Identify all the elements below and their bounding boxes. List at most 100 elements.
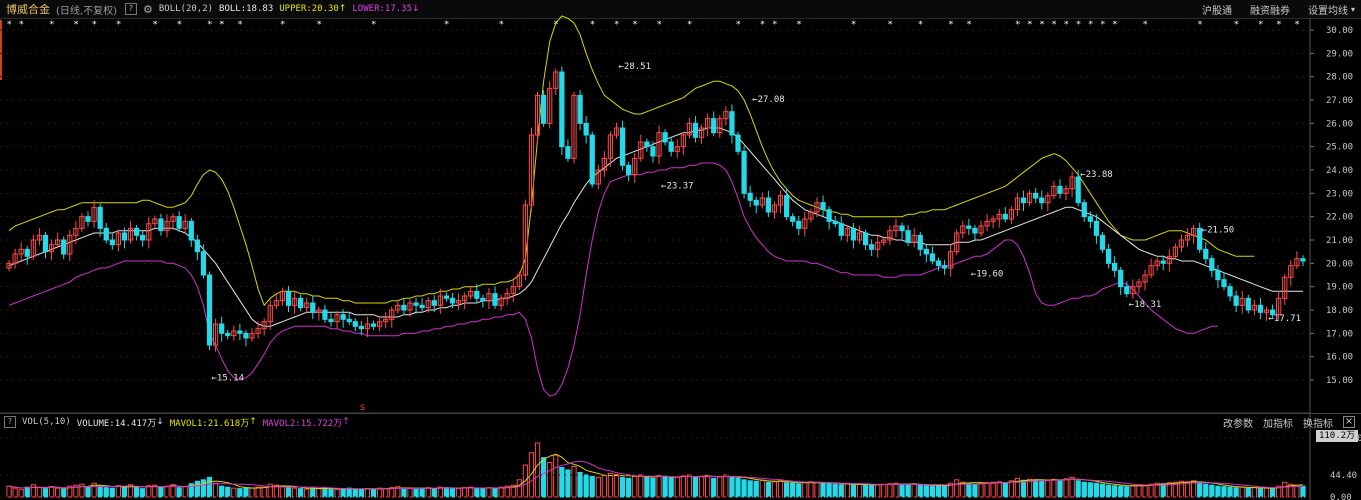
candle-body	[1209, 258, 1215, 271]
volume-bar	[492, 487, 498, 498]
candle-body	[474, 290, 480, 299]
candle-body	[650, 146, 656, 157]
volume-bar	[24, 486, 30, 498]
candle-body	[747, 192, 753, 201]
volume-bar	[1233, 487, 1239, 498]
signal-s-marker: s	[360, 402, 365, 413]
vol-indicator-name[interactable]: VOL(5,10)	[22, 417, 71, 427]
volume-bar	[158, 486, 164, 498]
volume-bar	[838, 484, 844, 498]
candle-body	[1221, 279, 1227, 288]
volume-bar	[540, 457, 547, 498]
volume-bar	[285, 487, 292, 498]
candle-body	[413, 302, 419, 306]
volume-header: ? VOL(5,10) VOLUME:14.417万 ↓ MAVOL1:21.6…	[0, 413, 1361, 430]
volume-bar	[455, 488, 462, 498]
event-star-icon: *	[238, 20, 243, 30]
switch-indicator-button[interactable]: 换指标	[1303, 415, 1333, 430]
volume-bar	[607, 472, 614, 498]
event-star-icon: *	[1088, 20, 1093, 30]
volume-help-icon[interactable]: ?	[4, 416, 16, 428]
volume-bar	[650, 477, 656, 498]
down-arrow-icon: ↓	[156, 417, 164, 427]
volume-bar	[765, 481, 772, 498]
price-tick-label: 28.00	[1326, 73, 1353, 83]
volume-bar	[978, 482, 984, 498]
volume-bar	[711, 477, 717, 498]
candle-body	[832, 220, 838, 225]
candle-body	[765, 197, 772, 213]
volume-bar	[820, 482, 826, 498]
price-annotation: ←23.37	[661, 182, 694, 192]
volume-bar	[480, 488, 486, 498]
candle-body	[1075, 176, 1081, 204]
candle-body	[838, 223, 844, 236]
volume-bar	[1124, 486, 1130, 498]
volume-bar	[1215, 485, 1221, 498]
event-star-icon: *	[772, 20, 777, 30]
volume-bar	[638, 474, 644, 498]
candle-body	[826, 209, 832, 222]
add-indicator-button[interactable]: 加指标	[1263, 415, 1293, 430]
candle-body	[401, 304, 407, 311]
close-icon[interactable]: ×	[1343, 416, 1355, 428]
candle-body	[1245, 297, 1251, 311]
candle-body	[200, 251, 207, 276]
event-star-icon: *	[1295, 20, 1300, 30]
candle-body	[492, 293, 498, 306]
volume-bar	[291, 487, 298, 498]
candle-body	[206, 274, 213, 346]
candle-body	[352, 321, 358, 327]
price-annotation: ←19.60	[971, 270, 1004, 280]
edit-params-button[interactable]: 改参数	[1223, 415, 1253, 430]
event-star-icon: *	[1028, 20, 1033, 30]
candle-body	[1020, 197, 1027, 204]
price-tick-label: 22.00	[1326, 213, 1353, 223]
volume-bar	[1282, 481, 1288, 498]
candle-body	[24, 248, 30, 257]
price-tick-label: 25.00	[1326, 143, 1353, 153]
boll-upper-line	[8, 15, 1255, 307]
candle-body	[668, 141, 674, 152]
volume-bar	[1112, 485, 1118, 498]
volume-bar	[279, 486, 286, 498]
volume-bar	[486, 487, 492, 498]
volume-bar	[917, 484, 923, 498]
candle-body	[285, 290, 292, 306]
volume-bar	[1197, 482, 1203, 498]
candle-body	[966, 225, 972, 229]
event-star-icon: *	[177, 20, 182, 30]
volume-bar	[613, 473, 620, 498]
volume-bar	[1221, 486, 1227, 498]
candle-body	[1160, 260, 1166, 264]
volume-bar	[601, 474, 607, 498]
event-star-icon: *	[797, 20, 802, 30]
candle-body	[310, 302, 316, 313]
volume-bar	[370, 488, 377, 498]
volume-bar	[1063, 478, 1069, 498]
volume-bar	[747, 480, 753, 498]
candle-body	[97, 206, 103, 229]
price-annotation: ←28.51	[619, 62, 652, 72]
volume-bar	[814, 481, 820, 498]
volume-bar	[304, 488, 310, 498]
candle-body	[559, 71, 565, 148]
candle-body	[449, 297, 456, 304]
candle-body	[346, 318, 352, 323]
volume-bar	[1075, 480, 1081, 498]
price-tick-label: 19.00	[1326, 283, 1353, 293]
price-tick-label: 24.00	[1326, 166, 1353, 176]
candle-body	[729, 111, 735, 136]
volume-bar	[498, 486, 504, 498]
volume-value-badge: 110.2万	[1316, 430, 1358, 442]
volume-bar	[990, 481, 996, 498]
candle-body	[133, 227, 140, 236]
price-annotation: ←21.50	[1202, 225, 1235, 235]
candle-body	[741, 150, 747, 194]
volume-bar	[583, 474, 589, 498]
volume-bar	[1033, 479, 1039, 498]
volume-bar	[298, 488, 304, 498]
volume-bar	[632, 475, 638, 498]
candle-body	[735, 134, 741, 152]
volume-bar	[705, 474, 711, 498]
